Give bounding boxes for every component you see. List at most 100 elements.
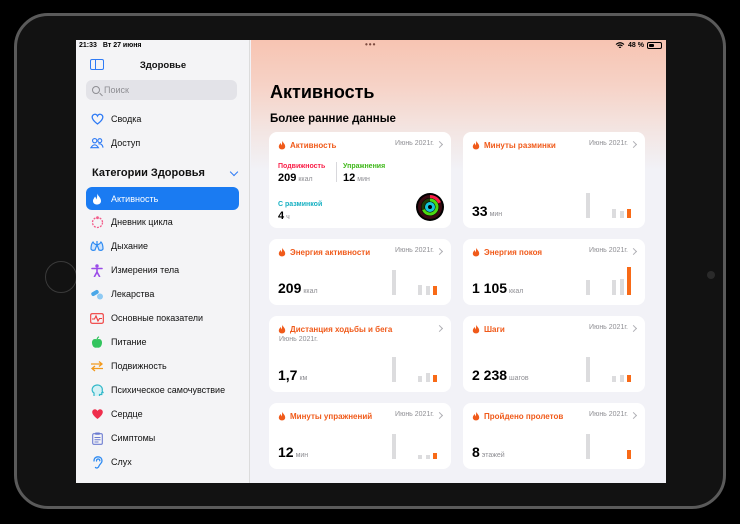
card-value: 8 этажей <box>472 444 505 460</box>
card-value: 1 105 ккал <box>472 280 524 296</box>
card-title: Минуты упражнений <box>290 411 373 421</box>
sidebar-item-sharing[interactable]: Доступ <box>86 132 239 154</box>
metric-card[interactable]: Шаги Июнь 2021г. 2 238 шагов <box>463 316 645 392</box>
history-bar <box>426 454 430 459</box>
sidebar-item-mobility[interactable]: Подвижность <box>86 355 239 377</box>
history-bar <box>586 280 590 295</box>
screen: 21:33 Вт 27 июня ••• 48 % Здоровье Поиск… <box>76 40 666 483</box>
history-bar <box>620 278 624 295</box>
chevron-right-icon <box>435 140 444 149</box>
sidebar-item-medications[interactable]: Лекарства <box>86 283 239 305</box>
card-date: Июнь 2021г. <box>279 336 318 343</box>
flame-icon <box>278 411 286 421</box>
search-input[interactable]: Поиск <box>86 80 237 100</box>
history-bar <box>392 433 396 459</box>
sidebar-item-activity[interactable]: Активность <box>86 187 239 210</box>
history-bar <box>620 210 624 218</box>
mini-bar-chart <box>586 265 632 295</box>
section-title: Более ранние данные <box>270 113 396 125</box>
sidebar-item-symptoms[interactable]: Симптомы <box>86 427 239 449</box>
wifi-icon <box>615 42 625 48</box>
sidebar-item-nutrition[interactable]: Питание <box>86 331 239 353</box>
sidebar: Здоровье Поиск Сводка Доступ Категории З… <box>76 40 250 483</box>
metric-card[interactable]: Пройдено пролетов Июнь 2021г. 8 этажей <box>463 403 645 469</box>
card-date: Июнь 2021г. <box>395 140 434 147</box>
flame-icon <box>472 140 480 150</box>
activity-rings-icon <box>416 193 444 221</box>
exercise-label: Упражнения <box>343 163 386 170</box>
heart-outline-icon <box>90 112 104 126</box>
card-title: Энергия покоя <box>484 247 543 257</box>
history-bar <box>426 373 430 382</box>
history-bar <box>612 280 616 295</box>
mini-bar-chart <box>586 352 632 382</box>
battery-icon <box>647 42 662 49</box>
chevron-down-icon <box>229 167 239 177</box>
mobility-arrows-icon <box>90 359 104 373</box>
card-title: Энергия активности <box>290 247 371 257</box>
chevron-right-icon <box>435 247 444 256</box>
sidebar-item-cycle[interactable]: Дневник цикла <box>86 211 239 233</box>
flame-icon <box>472 324 480 334</box>
metric-card[interactable]: Энергия покоя Июнь 2021г. 1 105 ккал <box>463 239 645 305</box>
vitals-icon <box>90 311 104 325</box>
card-date: Июнь 2021г. <box>395 411 434 418</box>
history-bar <box>612 209 616 218</box>
metric-card[interactable]: Минуты упражнений Июнь 2021г. 12 мин <box>269 403 451 469</box>
history-bar <box>418 376 422 382</box>
card-title: Минуты разминки <box>484 140 556 150</box>
mini-bar-chart <box>392 429 438 459</box>
flame-icon <box>472 411 480 421</box>
chevron-right-icon <box>629 247 638 256</box>
cycle-icon <box>90 215 104 229</box>
metric-card[interactable]: Минуты разминки Июнь 2021г. 33 мин <box>463 132 645 228</box>
sidebar-item-vitals[interactable]: Основные показатели <box>86 307 239 329</box>
sidebar-item-mental-wellbeing[interactable]: Психическое самочувствие <box>86 379 239 401</box>
card-value: 2 238 шагов <box>472 367 529 383</box>
current-bar <box>433 286 437 295</box>
card-title: Дистанция ходьбы и бега <box>290 324 393 334</box>
card-value: 1,7 км <box>278 367 308 383</box>
move-value: 209 ккал <box>278 172 313 184</box>
flame-icon <box>278 324 286 334</box>
card-title: Активность <box>290 140 337 150</box>
head-icon <box>90 383 104 397</box>
sidebar-item-hearing[interactable]: Слух <box>86 451 239 473</box>
flame-icon <box>278 247 286 257</box>
mini-bar-chart <box>586 429 632 459</box>
card-date: Июнь 2021г. <box>589 140 628 147</box>
metric-card[interactable]: Энергия активности Июнь 2021г. 209 ккал <box>269 239 451 305</box>
flame-icon <box>278 140 286 150</box>
card-date: Июнь 2021г. <box>589 247 628 254</box>
sidebar-item-summary[interactable]: Сводка <box>86 108 239 130</box>
chevron-right-icon <box>629 324 638 333</box>
heart-icon <box>90 407 104 421</box>
sidebar-item-body-measurements[interactable]: Измерения тела <box>86 259 239 281</box>
history-bar <box>392 356 396 382</box>
history-bar <box>586 356 590 382</box>
card-value: 209 ккал <box>278 280 318 296</box>
sidebar-item-heart[interactable]: Сердце <box>86 403 239 425</box>
metric-divider <box>336 162 337 182</box>
home-button[interactable] <box>45 261 77 293</box>
current-bar <box>433 453 437 459</box>
current-bar <box>627 450 631 459</box>
sidebar-title: Здоровье <box>139 60 187 71</box>
metric-card[interactable]: Дистанция ходьбы и бега Июнь 2021г. 1,7 км <box>269 316 451 392</box>
multitasking-dots[interactable]: ••• <box>365 40 376 49</box>
chevron-right-icon <box>435 411 444 420</box>
lungs-icon <box>90 239 104 253</box>
card-title: Пройдено пролетов <box>484 411 564 421</box>
card-title: Шаги <box>484 324 505 334</box>
apple-icon <box>90 335 104 349</box>
stand-value: 4ч <box>278 210 290 222</box>
move-label: Подвижность <box>278 163 326 170</box>
history-bar <box>586 433 590 459</box>
mini-bar-chart <box>586 188 632 218</box>
sidebar-item-respiratory[interactable]: Дыхание <box>86 235 239 257</box>
flame-icon <box>472 247 480 257</box>
mini-bar-chart <box>392 352 438 382</box>
battery-percent: 48 % <box>628 42 644 49</box>
categories-header[interactable]: Категории Здоровья <box>92 167 239 179</box>
activity-summary-card[interactable]: Активность Июнь 2021г. Подвижность 209 кк… <box>269 132 451 228</box>
